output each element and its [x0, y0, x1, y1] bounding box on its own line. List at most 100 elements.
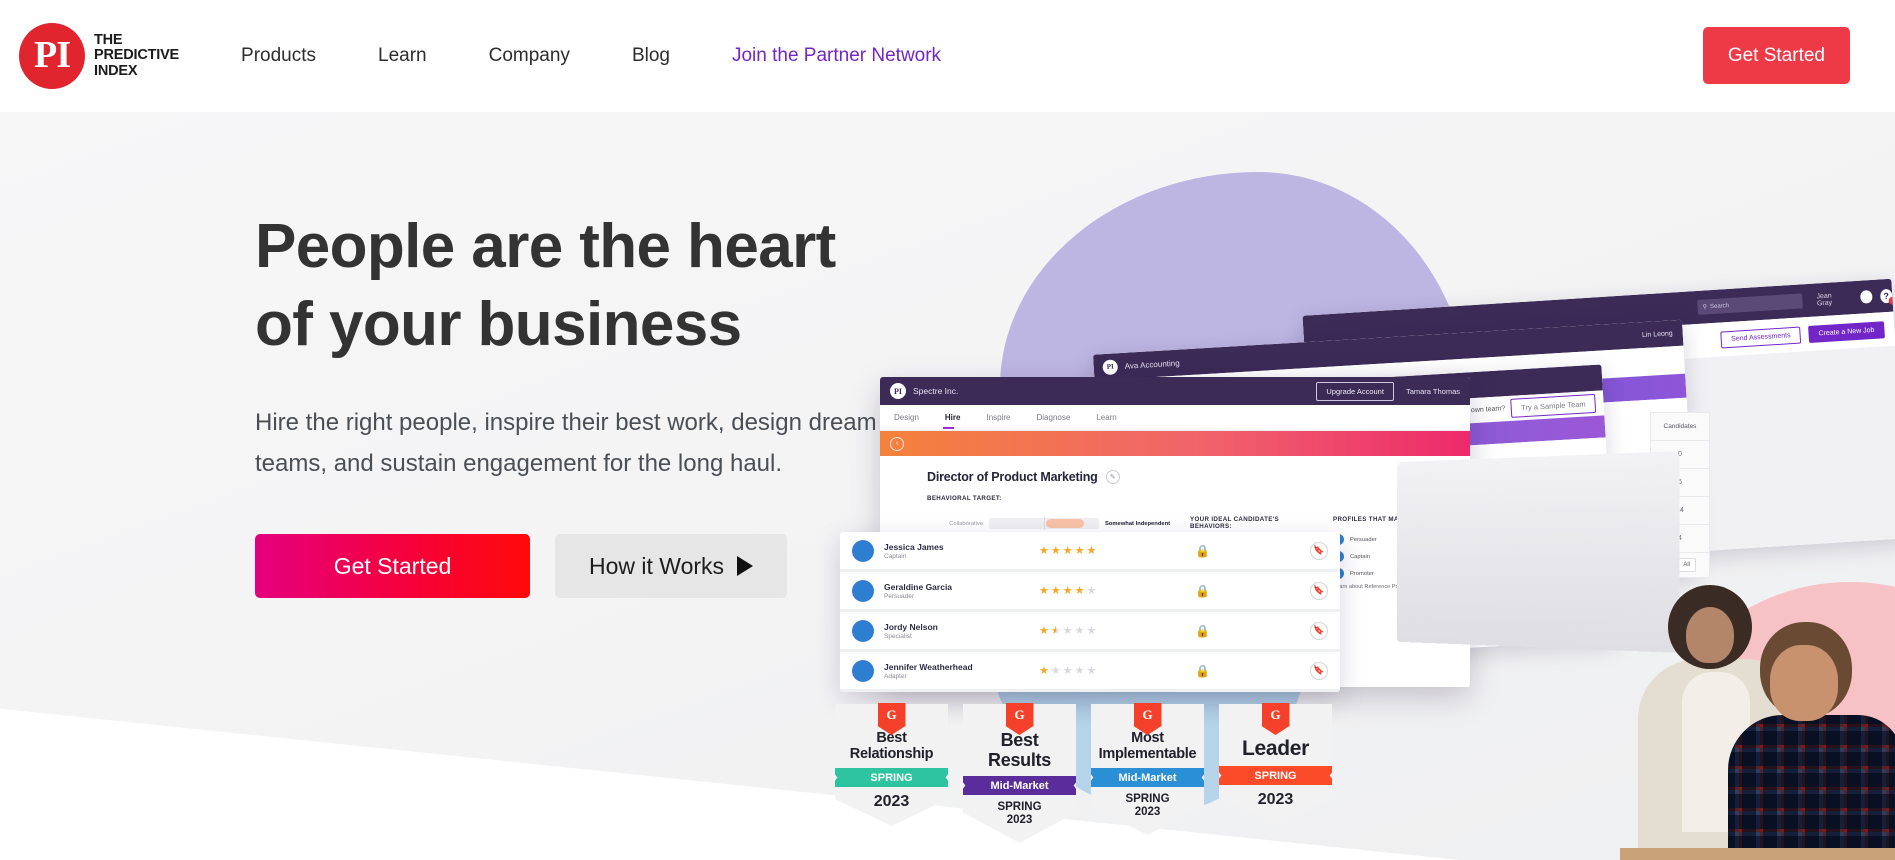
badge-title-line-2: Results	[988, 750, 1051, 770]
table-row[interactable]: Geraldine Garcia Persuader ★ ★ ★ ★ ★ 🔒 🔖	[840, 572, 1340, 612]
company-name: Spectre Inc.	[913, 386, 959, 396]
candidate-list-card: Jessica James Captain ★ ★ ★ ★ ★ 🔒 🔖 Geraldin…	[840, 532, 1340, 692]
send-assessments-button[interactable]: Send Assessments	[1720, 326, 1802, 349]
logo-line-3: INDEX	[94, 62, 138, 79]
predictive-index-logo-icon: PI	[19, 23, 85, 89]
trait-track	[989, 517, 1099, 530]
nav-item-company[interactable]: Company	[489, 45, 570, 67]
nav-learn[interactable]: Learn	[1096, 413, 1116, 422]
profile-name: Persuader	[1350, 536, 1377, 543]
g2-award-badges: G Best Relationship SPRING 2023 G Best R…	[835, 703, 1332, 843]
team-photo	[1620, 567, 1895, 860]
nav-inspire[interactable]: Inspire	[986, 413, 1010, 422]
badge-year: 2023	[1257, 791, 1294, 808]
site-header: PI THE PREDICTIVE INDEX Products Learn C…	[0, 0, 1895, 112]
badge-title-line-2: Leader	[1241, 737, 1310, 760]
job-title-row: Director of Product Marketing ✎	[927, 470, 1470, 484]
header-get-started-button[interactable]: Get Started	[1702, 27, 1850, 84]
badge-title-line-2: Relationship	[849, 746, 934, 762]
product-screenshot-collage: ⚲ Search Jean Gray ? Send Assessments Cr…	[835, 132, 1895, 860]
table-row[interactable]: Jordy Nelson Specialist ★ ★ ★ ★ ★ 🔒 🔖	[840, 612, 1340, 652]
logo-monogram: PI	[34, 33, 71, 76]
user-menu[interactable]: Lin Leong	[1642, 330, 1673, 339]
try-sample-team-button[interactable]: Try a Sample Team	[1510, 393, 1597, 418]
search-input[interactable]: ⚲ Search	[1697, 293, 1804, 315]
table-row[interactable]: Jennifer Weatherhead Adapter ★ ★ ★ ★ ★ 🔒 🔖	[840, 652, 1340, 692]
hero-copy: People are the heart of your business Hi…	[255, 208, 915, 598]
bookmark-icon[interactable]: 🔖	[1310, 661, 1328, 680]
help-icon[interactable]: ?	[1879, 288, 1893, 303]
badge-best-results: G Best Results Mid-Market SPRING 2023	[963, 703, 1076, 843]
lock-icon[interactable]: 🔒	[1195, 624, 1210, 638]
bookmark-icon[interactable]: 🔖	[1310, 581, 1328, 600]
candidate-identity: Jordy Nelson Specialist	[884, 622, 1039, 640]
badge-ribbon: Mid-Market	[963, 776, 1076, 795]
lock-icon[interactable]: 🔒	[1195, 584, 1210, 598]
profile-name: Captain	[1350, 553, 1370, 560]
how-it-works-label: How it Works	[589, 552, 725, 579]
notifications-icon[interactable]	[1860, 289, 1873, 304]
star-rating: ★ ★ ★ ★ ★	[1039, 545, 1097, 557]
edit-pencil-icon[interactable]: ✎	[1105, 470, 1120, 484]
table-row[interactable]: Jessica James Captain ★ ★ ★ ★ ★ 🔒 🔖	[840, 532, 1340, 572]
badge-ribbon: SPRING	[1219, 766, 1332, 785]
hero-title-line-1: People are the heart	[255, 212, 836, 281]
app-topbar: PI Spectre Inc. Upgrade Account Tamara T…	[880, 377, 1470, 405]
candidates-panel-header: Candidates	[1651, 413, 1709, 441]
bookmark-icon[interactable]: 🔖	[1310, 541, 1328, 560]
lock-icon[interactable]: 🔒	[1195, 664, 1210, 678]
avatar	[852, 659, 874, 682]
candidate-profile: Specialist	[884, 632, 912, 640]
upgrade-account-button[interactable]: Upgrade Account	[1316, 381, 1394, 401]
avatar	[852, 619, 874, 642]
star-rating: ★ ★ ★ ★ ★	[1039, 625, 1097, 637]
badge-leader: G Leader SPRING 2023	[1219, 703, 1332, 843]
candidate-profile: Adapter	[884, 672, 907, 680]
site-logo[interactable]: PI THE PREDICTIVE INDEX	[19, 23, 179, 89]
logo-wordmark: THE PREDICTIVE INDEX	[94, 32, 180, 80]
nav-diagnose[interactable]: Diagnose	[1036, 413, 1070, 422]
behavioral-target-label: BEHAVIORAL TARGET:	[927, 495, 1002, 502]
app-nav: Design Hire Inspire Diagnose Learn	[880, 405, 1470, 431]
play-icon	[737, 556, 754, 576]
badge-ribbon: Mid-Market	[1091, 768, 1204, 787]
page-root: PI THE PREDICTIVE INDEX Products Learn C…	[0, 0, 1895, 860]
badge-title-line-2: Implementable	[1098, 746, 1197, 762]
trait-row: Collaborative Somewhat Independent	[927, 516, 1172, 531]
nav-item-blog[interactable]: Blog	[632, 45, 670, 67]
nav-hire[interactable]: Hire	[942, 413, 960, 429]
candidate-identity: Jennifer Weatherhead Adapter	[884, 662, 1039, 680]
account-menu[interactable]: Jean Gray	[1816, 291, 1845, 307]
nav-item-products[interactable]: Products	[241, 45, 316, 67]
candidate-name: Jennifer Weatherhead	[884, 661, 973, 672]
star-rating: ★ ★ ★ ★ ★	[1039, 585, 1097, 597]
lock-icon[interactable]: 🔒	[1195, 544, 1210, 558]
hero-section: People are the heart of your business Hi…	[0, 112, 1895, 860]
user-menu[interactable]: Tamara Thomas	[1406, 387, 1460, 396]
bookmark-icon[interactable]: 🔖	[1310, 621, 1328, 640]
star-rating: ★ ★ ★ ★ ★	[1039, 665, 1097, 677]
hero-title-line-2: of your business	[255, 290, 742, 359]
badge-year: SPRING 2023	[1125, 793, 1170, 818]
hero-get-started-button[interactable]: Get Started	[255, 534, 530, 598]
how-it-works-button[interactable]: How it Works	[555, 534, 788, 598]
create-new-job-button[interactable]: Create a New Job	[1807, 320, 1885, 343]
ideal-behaviors-label: YOUR IDEAL CANDIDATE'S BEHAVIORS:	[1190, 516, 1280, 530]
hero-button-group: Get Started How it Works	[255, 534, 915, 598]
badge-most-implementable: G Most Implementable Mid-Market SPRING 2…	[1091, 703, 1204, 843]
badge-ribbon: SPRING	[835, 768, 948, 787]
desk-surface	[1620, 848, 1895, 860]
search-placeholder: Search	[1709, 302, 1730, 310]
logo-line-2: PREDICTIVE	[94, 47, 180, 64]
nav-item-partner-network[interactable]: Join the Partner Network	[732, 45, 941, 67]
hero-subtitle: Hire the right people, inspire their bes…	[255, 409, 877, 477]
nav-item-learn[interactable]: Learn	[378, 45, 427, 67]
person-two-plaid-shirt	[1728, 715, 1895, 860]
page-title: People are the heart of your business	[255, 208, 915, 364]
search-icon: ⚲	[1702, 304, 1708, 311]
badge-year: 2023	[873, 793, 910, 810]
trait-left-label: Collaborative	[949, 520, 983, 527]
topbar-actions: Upgrade Account Tamara Thomas	[1316, 381, 1460, 401]
badge-best-relationship: G Best Relationship SPRING 2023	[835, 703, 948, 843]
main-navigation: Products Learn Company Blog Join the Par…	[241, 45, 941, 67]
